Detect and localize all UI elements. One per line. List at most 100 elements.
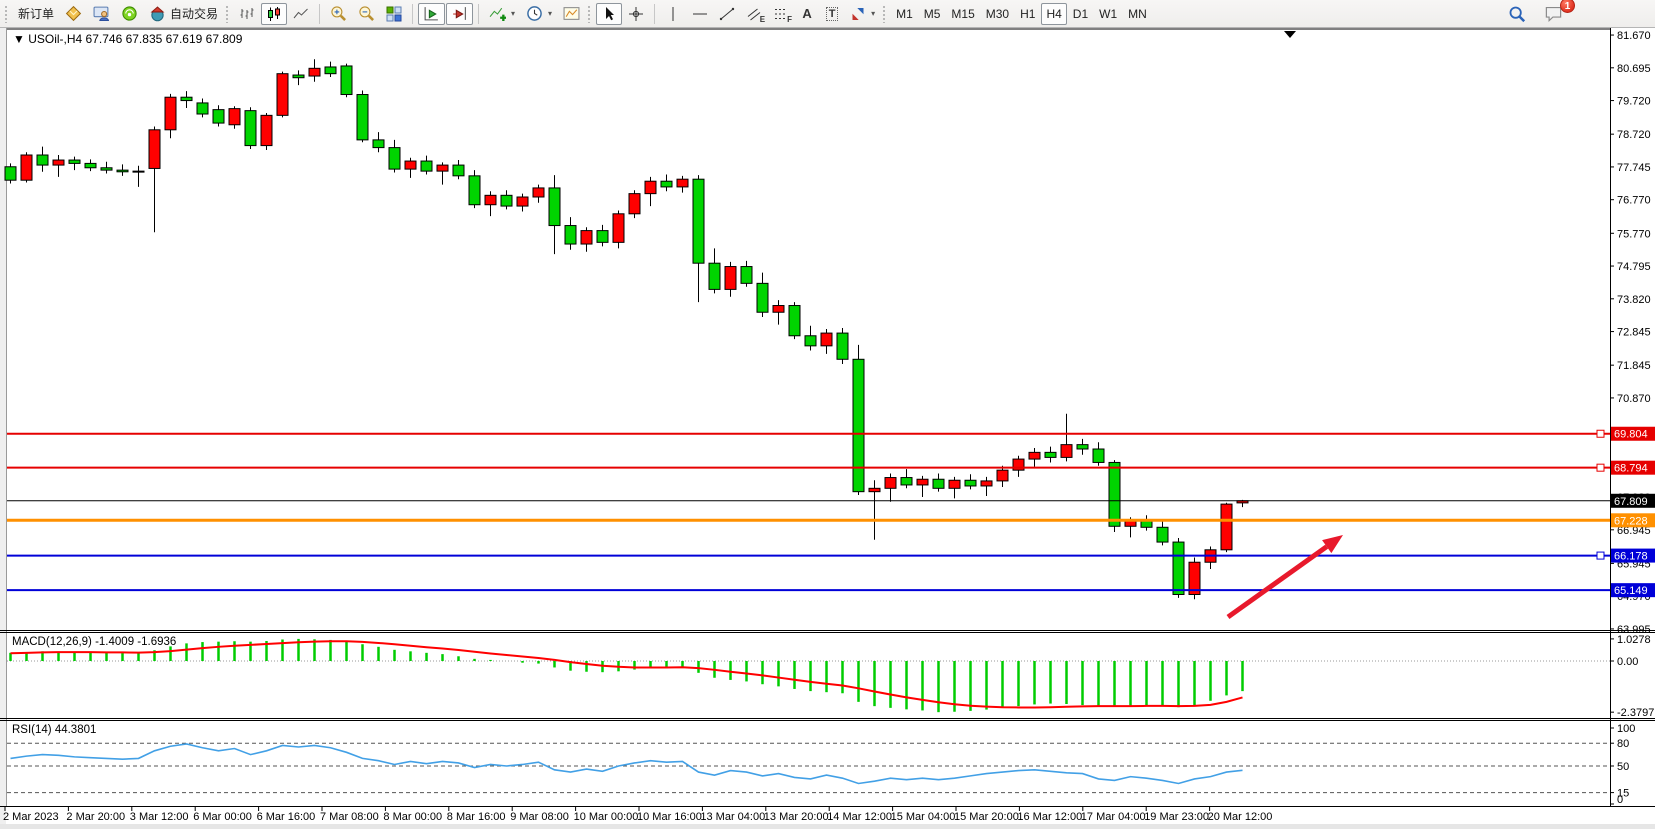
arrows-tool-button[interactable]: ▾ [845, 3, 880, 25]
new-order-label: 新订单 [18, 5, 54, 22]
zoom-out-button[interactable] [353, 3, 380, 25]
timeframe-button-M1[interactable]: M1 [891, 3, 918, 25]
gem-icon [65, 5, 82, 22]
level-handle[interactable] [1597, 430, 1604, 437]
timeframe-button-W1[interactable]: W1 [1094, 3, 1122, 25]
label-icon: T [826, 7, 839, 21]
candle-body [917, 479, 928, 485]
candle-body [341, 66, 352, 95]
candle-body [1077, 445, 1088, 449]
periods-button[interactable]: ▾ [521, 3, 557, 25]
vertical-line-button[interactable] [660, 3, 686, 25]
candle-body [389, 148, 400, 170]
timeframe-button-D1[interactable]: D1 [1068, 3, 1093, 25]
price-label-text: 65.149 [1614, 585, 1648, 597]
candle-body [501, 195, 512, 206]
price-label-text: 67.228 [1614, 515, 1648, 527]
candle-body [325, 67, 336, 74]
candle-body [357, 95, 368, 140]
time-tick-label: 16 Mar 12:00 [1017, 811, 1082, 823]
text-icon: A [802, 6, 811, 21]
candle-body [181, 97, 192, 100]
candle-body [533, 188, 544, 197]
candle-body [1109, 462, 1120, 526]
fibonacci-button[interactable]: F [768, 3, 794, 25]
template-button[interactable] [558, 3, 585, 25]
candlestick-button[interactable] [261, 3, 287, 25]
timeframe-button-MN[interactable]: MN [1123, 3, 1152, 25]
new-order-button[interactable]: 新订单 [13, 3, 59, 25]
candle-body [133, 171, 144, 172]
toolbar-grip[interactable] [882, 5, 887, 23]
toolbar-right-group: 1 [1503, 3, 1568, 25]
community-button[interactable] [88, 3, 115, 25]
timeframe-button-H1[interactable]: H1 [1015, 3, 1040, 25]
price-tick-label: 79.720 [1617, 96, 1651, 108]
candle-body [53, 160, 64, 165]
timeframe-button-M30[interactable]: M30 [981, 3, 1014, 25]
candle-body [693, 179, 704, 263]
search-button[interactable] [1503, 3, 1531, 25]
timeframe-toolbar: M1M5M15M30H1H4D1W1MN [891, 3, 1152, 25]
candle-body [197, 103, 208, 114]
level-handle[interactable] [1597, 552, 1604, 559]
line-chart-button[interactable] [288, 3, 314, 25]
level-handle[interactable] [1597, 464, 1604, 471]
tile-windows-button[interactable] [381, 3, 407, 25]
macd-tick-label: -2.3797 [1617, 707, 1654, 719]
candle-body [165, 97, 176, 130]
signals-button[interactable] [116, 3, 143, 25]
timeframe-button-M5[interactable]: M5 [919, 3, 946, 25]
horizontal-line-button[interactable] [687, 3, 713, 25]
time-tick-label: 6 Mar 00:00 [193, 811, 252, 823]
chart-canvas[interactable]: 81.67080.69579.72078.72077.74576.77075.7… [0, 28, 1655, 829]
candle-body [101, 168, 112, 170]
trendline-button[interactable] [714, 3, 740, 25]
rsi-tick-label: 80 [1617, 738, 1629, 750]
toolbar-separator [478, 4, 479, 24]
zoom-in-button[interactable] [325, 3, 352, 25]
price-tick-label: 76.770 [1617, 195, 1651, 207]
toolbar-grip[interactable] [587, 5, 592, 23]
candle-body [437, 165, 448, 171]
bar-chart-button[interactable] [234, 3, 260, 25]
text-label-button[interactable]: T [820, 3, 844, 25]
candle-body [805, 336, 816, 346]
indicators-button[interactable]: ▾ [484, 3, 520, 25]
autotrading-button[interactable]: 自动交易 [144, 3, 223, 25]
toolbar-separator [654, 4, 655, 24]
time-tick-label: 8 Mar 00:00 [383, 811, 442, 823]
notification-badge[interactable]: 1 [1560, 0, 1575, 13]
timeframe-button-M15[interactable]: M15 [946, 3, 979, 25]
candle-body [21, 155, 32, 180]
chart-shift-button[interactable] [446, 3, 473, 25]
candle-body [869, 488, 880, 491]
cursor-button[interactable] [596, 3, 622, 25]
candle-body [981, 481, 992, 486]
toolbar-grip[interactable] [4, 5, 9, 23]
time-tick-label: 13 Mar 20:00 [764, 811, 829, 823]
macd-tick-label: 1.0278 [1617, 634, 1651, 646]
toolbar-grip[interactable] [225, 5, 230, 23]
mql-market-button[interactable] [60, 3, 87, 25]
chevron-down-icon: ▾ [548, 9, 552, 18]
timeframe-button-H4[interactable]: H4 [1041, 3, 1066, 25]
autotrading-label: 自动交易 [170, 5, 218, 22]
candle-body [1061, 445, 1072, 458]
equidistant-channel-button[interactable]: E [741, 3, 767, 25]
time-tick-label: 2 Mar 2023 [3, 811, 59, 823]
time-tick-label: 17 Mar 04:00 [1081, 811, 1146, 823]
price-tick-label: 73.820 [1617, 294, 1651, 306]
auto-scroll-button[interactable] [418, 3, 445, 25]
crosshair-button[interactable] [623, 3, 649, 25]
signal-icon [121, 5, 138, 22]
candle-body [933, 479, 944, 488]
rsi-tick-label: 100 [1617, 723, 1635, 735]
toolbar-separator [319, 4, 320, 24]
candle-body [837, 333, 848, 359]
price-tick-label: 81.670 [1617, 30, 1651, 42]
candle-body [757, 283, 768, 312]
rsi-tick-label: 50 [1617, 761, 1629, 773]
candle-body [661, 181, 672, 187]
text-button[interactable]: A [795, 3, 819, 25]
